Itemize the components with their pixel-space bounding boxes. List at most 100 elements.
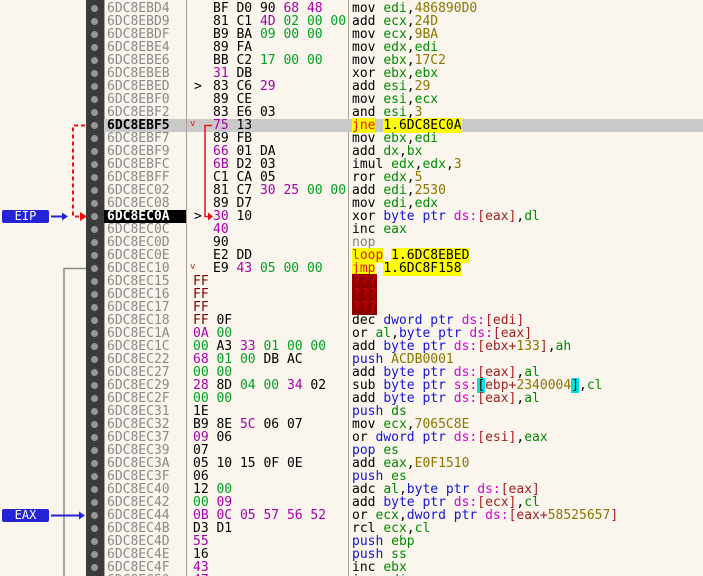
breakpoint-cell[interactable] (86, 470, 104, 483)
instr-token: cl (414, 521, 431, 536)
byte: 00 (306, 27, 323, 42)
breakpoint-dot[interactable] (91, 499, 98, 506)
instr-token: edx (422, 157, 446, 172)
breakpoint-cell[interactable] (86, 405, 104, 418)
breakpoint-cell[interactable] (86, 327, 104, 340)
breakpoint-dot[interactable] (91, 512, 98, 519)
breakpoint-cell[interactable] (86, 288, 104, 301)
breakpoint-dot[interactable] (91, 5, 98, 12)
breakpoint-dot[interactable] (91, 83, 98, 90)
breakpoint-cell[interactable] (86, 158, 104, 171)
instruction-text: ??? (348, 287, 703, 302)
breakpoint-dot[interactable] (91, 122, 98, 129)
breakpoint-cell[interactable] (86, 431, 104, 444)
breakpoint-cell[interactable] (86, 509, 104, 522)
breakpoint-dot[interactable] (91, 135, 98, 142)
breakpoint-cell[interactable] (86, 340, 104, 353)
breakpoint-dot[interactable] (91, 408, 98, 415)
breakpoint-cell[interactable] (86, 366, 104, 379)
breakpoint-cell[interactable] (86, 496, 104, 509)
breakpoint-dot[interactable] (91, 96, 98, 103)
breakpoint-dot[interactable] (91, 369, 98, 376)
breakpoint-dot[interactable] (91, 109, 98, 116)
breakpoint-dot[interactable] (91, 343, 98, 350)
breakpoint-dot[interactable] (91, 525, 98, 532)
byte: 00 (306, 53, 323, 68)
breakpoint-cell[interactable] (86, 15, 104, 28)
breakpoint-dot[interactable] (91, 31, 98, 38)
jump-target-icon: > (194, 79, 202, 94)
breakpoint-cell[interactable] (86, 548, 104, 561)
breakpoint-dot[interactable] (91, 252, 98, 259)
breakpoint-cell[interactable] (86, 314, 104, 327)
breakpoint-cell[interactable] (86, 145, 104, 158)
breakpoint-cell[interactable] (86, 223, 104, 236)
breakpoint-dot[interactable] (91, 187, 98, 194)
instr-token: ] (571, 378, 580, 393)
breakpoint-dot[interactable] (91, 291, 98, 298)
breakpoint-dot[interactable] (91, 382, 98, 389)
breakpoint-cell[interactable] (86, 132, 104, 145)
breakpoint-cell[interactable] (86, 353, 104, 366)
breakpoint-cell[interactable] (86, 93, 104, 106)
breakpoint-cell[interactable] (86, 80, 104, 93)
instr-token (477, 508, 485, 523)
breakpoint-dot[interactable] (91, 434, 98, 441)
breakpoint-cell[interactable] (86, 67, 104, 80)
breakpoint-dot[interactable] (91, 538, 98, 545)
breakpoint-dot[interactable] (91, 44, 98, 51)
breakpoint-dot[interactable] (91, 161, 98, 168)
breakpoint-cell[interactable] (86, 483, 104, 496)
breakpoint-dot[interactable] (91, 304, 98, 311)
breakpoint-cell[interactable] (86, 418, 104, 431)
breakpoint-cell[interactable] (86, 444, 104, 457)
breakpoint-cell[interactable] (86, 41, 104, 54)
breakpoint-cell[interactable] (86, 236, 104, 249)
breakpoint-cell[interactable] (86, 106, 104, 119)
breakpoint-dot[interactable] (91, 486, 98, 493)
breakpoint-dot[interactable] (91, 148, 98, 155)
breakpoint-cell[interactable] (86, 2, 104, 15)
breakpoint-dot[interactable] (91, 330, 98, 337)
breakpoint-cell[interactable] (86, 119, 104, 132)
breakpoint-dot[interactable] (91, 473, 98, 480)
breakpoint-dot[interactable] (91, 447, 98, 454)
breakpoint-dot[interactable] (91, 551, 98, 558)
breakpoint-cell[interactable] (86, 54, 104, 67)
breakpoint-dot[interactable] (91, 564, 98, 571)
breakpoint-dot[interactable] (91, 174, 98, 181)
breakpoint-cell[interactable] (86, 262, 104, 275)
breakpoint-cell[interactable] (86, 28, 104, 41)
breakpoint-dot[interactable] (91, 395, 98, 402)
breakpoint-dot[interactable] (91, 213, 98, 220)
breakpoint-dot[interactable] (91, 239, 98, 246)
breakpoint-dot[interactable] (91, 460, 98, 467)
breakpoint-dot[interactable] (91, 200, 98, 207)
instruction-text: or dword ptr ds:[esi],eax (348, 431, 703, 444)
breakpoint-dot[interactable] (91, 18, 98, 25)
breakpoint-dot[interactable] (91, 226, 98, 233)
breakpoint-cell[interactable] (86, 301, 104, 314)
breakpoint-dot[interactable] (91, 70, 98, 77)
breakpoint-dot[interactable] (91, 57, 98, 64)
instruction-bytes: >83 C6 29 (187, 80, 348, 93)
breakpoint-cell[interactable] (86, 249, 104, 262)
breakpoint-cell[interactable] (86, 392, 104, 405)
breakpoint-dot[interactable] (91, 278, 98, 285)
breakpoint-dot[interactable] (91, 317, 98, 324)
breakpoint-cell[interactable] (86, 171, 104, 184)
breakpoint-cell[interactable] (86, 210, 104, 223)
breakpoint-cell[interactable] (86, 275, 104, 288)
breakpoint-cell[interactable] (86, 522, 104, 535)
breakpoint-cell[interactable] (86, 535, 104, 548)
breakpoint-dot[interactable] (91, 356, 98, 363)
byte: 07 (286, 417, 303, 432)
breakpoint-cell[interactable] (86, 197, 104, 210)
breakpoint-cell[interactable] (86, 457, 104, 470)
breakpoint-dot[interactable] (91, 421, 98, 428)
breakpoint-cell[interactable] (86, 561, 104, 574)
instr-token: eax (524, 430, 548, 445)
breakpoint-cell[interactable] (86, 184, 104, 197)
breakpoint-cell[interactable] (86, 379, 104, 392)
breakpoint-dot[interactable] (91, 265, 98, 272)
